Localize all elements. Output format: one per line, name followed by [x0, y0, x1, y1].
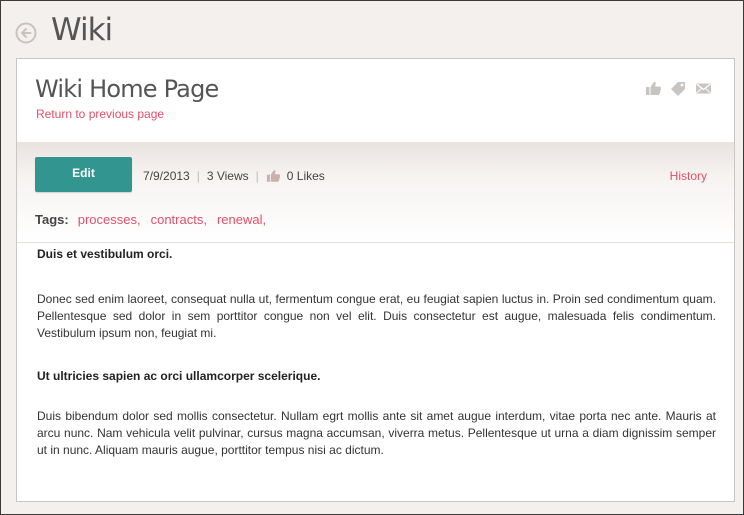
page-meta: 7/9/2013 | 3 Views | 0 Likes [143, 169, 325, 183]
mail-icon[interactable] [695, 81, 712, 96]
app-title: Wiki [51, 12, 113, 48]
top-bar: Wiki [1, 1, 743, 57]
page-views: 3 Views [206, 169, 249, 183]
page-date: 7/9/2013 [143, 169, 190, 183]
tag-icon[interactable] [670, 81, 687, 96]
history-link[interactable]: History [670, 169, 707, 183]
page-likes: 0 Likes [286, 169, 325, 183]
content-heading: Ut ultricies sapien ac orci ullamcorper … [37, 369, 321, 383]
meta-divider: | [255, 169, 259, 183]
page-content: Duis et vestibulum orci. Donec sed enim … [17, 246, 734, 459]
content-heading: Duis et vestibulum orci. [37, 247, 173, 261]
like-icon[interactable] [266, 169, 281, 183]
meta-divider: | [196, 169, 200, 183]
edit-button[interactable]: Edit [35, 157, 132, 192]
thumbs-up-icon[interactable] [645, 81, 662, 96]
tag-link[interactable]: contracts, [151, 212, 207, 227]
back-arrow-circle-icon[interactable] [15, 22, 37, 44]
tags-label: Tags: [35, 212, 69, 227]
page-title: Wiki Home Page [35, 75, 219, 103]
content-paragraph: Donec sed enim laoreet, consequat nulla … [37, 292, 716, 340]
page-header: Wiki Home Page Return to previous page [17, 59, 734, 142]
wiki-page-card: Wiki Home Page Return to previous page E… [16, 58, 735, 502]
header-actions [645, 81, 712, 96]
tag-link[interactable]: processes, [78, 212, 141, 227]
tags-row: Tags: processes, contracts, renewal, [35, 212, 276, 227]
tag-link[interactable]: renewal, [217, 212, 266, 227]
content-paragraph: Duis bibendum dolor sed mollis consectet… [37, 409, 716, 457]
page-toolbar: Edit 7/9/2013 | 3 Views | 0 Likes Histor… [17, 142, 734, 243]
return-link[interactable]: Return to previous page [36, 107, 164, 121]
